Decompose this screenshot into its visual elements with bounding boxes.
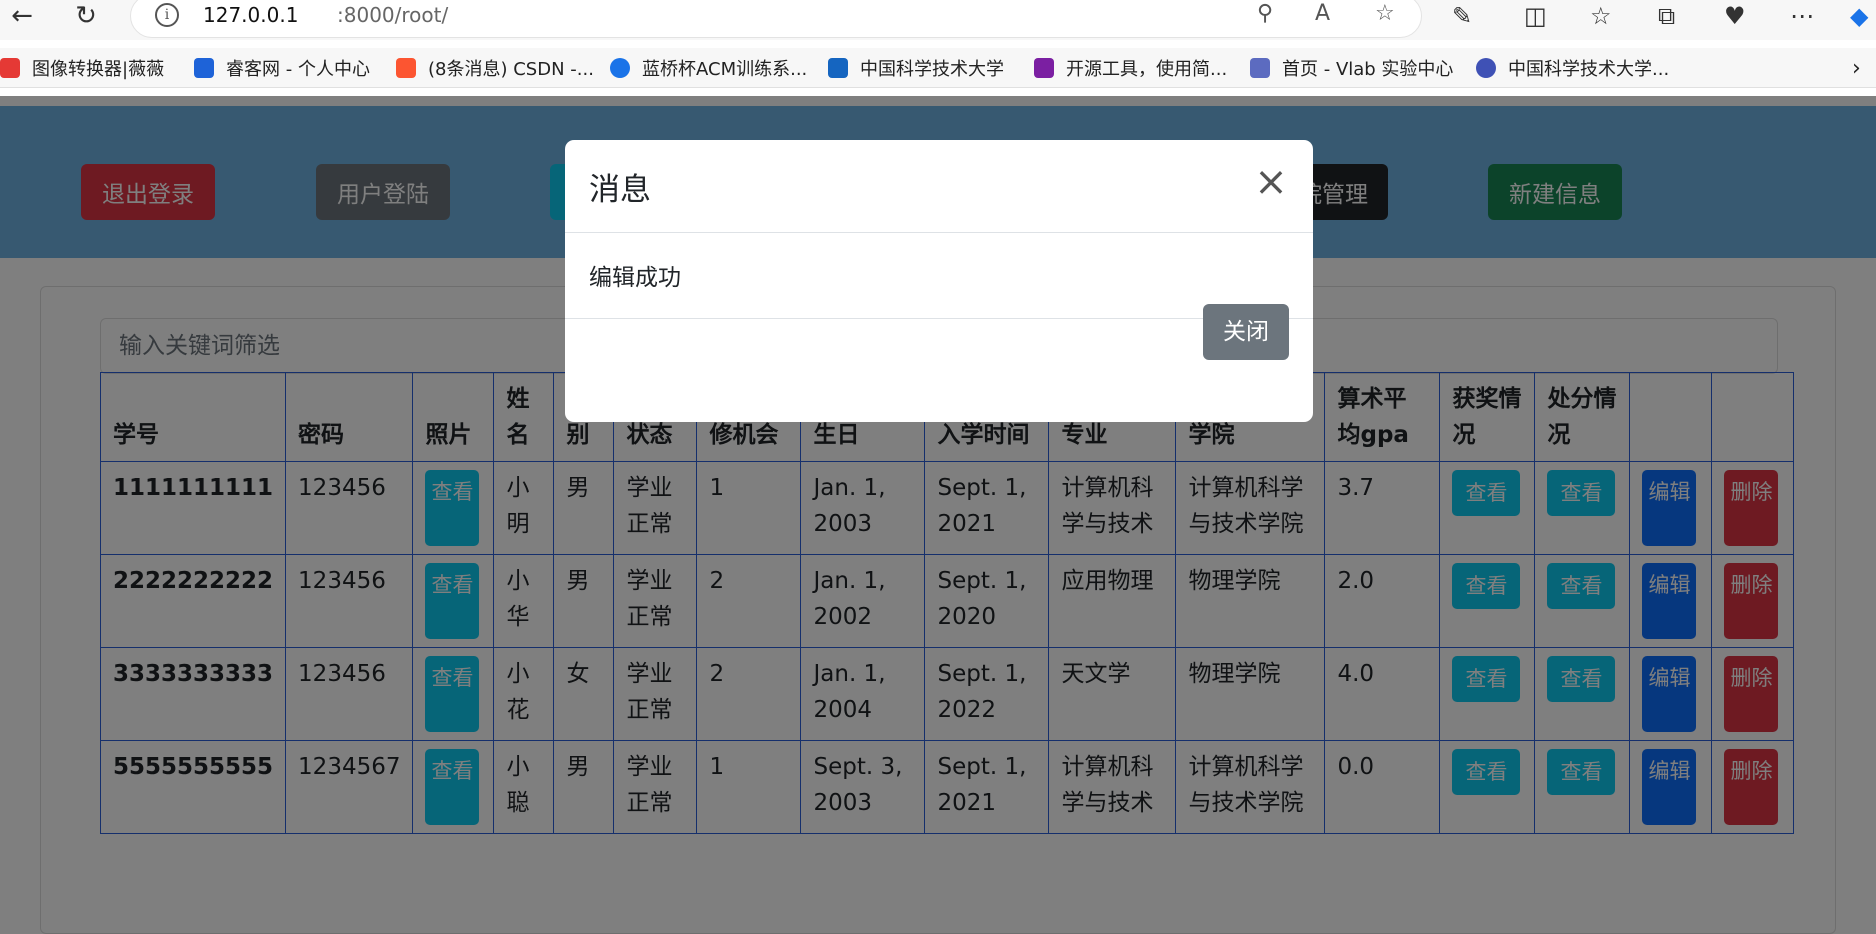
chevron-right-icon[interactable]: › — [1852, 54, 1861, 82]
modal-header: 消息 × — [565, 140, 1313, 233]
bookmark-item[interactable]: 蓝桥杯ACM训练系... — [610, 54, 807, 82]
modal-title: 消息 — [589, 172, 651, 208]
message-modal: 消息 × 编辑成功 关闭 — [565, 140, 1313, 422]
url-path: :8000/root/ — [337, 3, 449, 27]
read-aloud-icon[interactable]: A — [1315, 1, 1330, 26]
modal-message: 编辑成功 — [589, 265, 681, 291]
favorite-star-icon[interactable]: ☆ — [1375, 1, 1395, 26]
reload-icon[interactable]: ↻ — [68, 0, 104, 32]
back-icon[interactable]: ← — [4, 0, 40, 32]
split-screen-icon[interactable]: ◫ — [1524, 2, 1547, 30]
bookmark-item[interactable]: 中国科学技术大学 — [828, 54, 1004, 82]
bookmark-label: 中国科学技术大学 — [860, 59, 1004, 80]
bookmark-icon — [1034, 58, 1054, 78]
bookmark-item[interactable]: (8条消息) CSDN -... — [396, 54, 594, 82]
bookmark-item[interactable]: 睿客网 - 个人中心 — [194, 54, 370, 82]
bookmark-icon — [0, 58, 20, 78]
bookmark-item[interactable]: 首页 - Vlab 实验中心 — [1250, 54, 1453, 82]
bookmark-label: 中国科学技术大学... — [1508, 59, 1670, 80]
bookmark-label: 开源工具，使用简... — [1066, 59, 1228, 80]
bookmark-label: (8条消息) CSDN -... — [428, 59, 594, 80]
site-info-icon[interactable]: i — [155, 3, 179, 27]
bookmark-label: 蓝桥杯ACM训练系... — [642, 59, 808, 80]
bookmark-icon — [1250, 58, 1270, 78]
close-button[interactable]: 关闭 — [1203, 304, 1289, 360]
bookmark-label: 睿客网 - 个人中心 — [226, 59, 370, 80]
copilot-icon[interactable]: ◆ — [1850, 2, 1868, 30]
key-icon[interactable]: ⚲ — [1257, 1, 1273, 26]
extensions-icon[interactable]: ✎ — [1452, 2, 1472, 30]
browser-toolbar: ← ↻ i 127.0.0.1 :8000/root/ ⚲ A ☆ ✎ ◫ ☆ … — [0, 0, 1876, 40]
bookmark-icon — [396, 58, 416, 78]
bookmark-icon — [828, 58, 848, 78]
bookmark-icon — [194, 58, 214, 78]
bookmark-icon — [1476, 58, 1496, 78]
address-bar[interactable]: i 127.0.0.1 :8000/root/ ⚲ A ☆ — [130, 0, 1422, 38]
collections-icon[interactable]: ⧉ — [1658, 2, 1675, 30]
bookmark-label: 首页 - Vlab 实验中心 — [1282, 59, 1454, 80]
bookmark-item[interactable]: 中国科学技术大学... — [1476, 54, 1669, 82]
health-icon[interactable]: ♥ — [1724, 2, 1746, 30]
bookmark-item[interactable]: 开源工具，使用简... — [1034, 54, 1227, 82]
bookmark-label: 图像转换器|薇薇 — [32, 59, 165, 80]
bookmarks-bar: 图像转换器|薇薇 睿客网 - 个人中心 (8条消息) CSDN -... 蓝桥杯… — [0, 48, 1876, 88]
more-menu-icon[interactable]: ⋯ — [1790, 2, 1814, 30]
favorites-icon[interactable]: ☆ — [1590, 2, 1612, 30]
bookmark-item[interactable]: 图像转换器|薇薇 — [0, 54, 164, 82]
url-host: 127.0.0.1 — [203, 3, 299, 27]
modal-footer — [565, 318, 1313, 422]
bookmark-icon — [610, 58, 630, 78]
close-icon[interactable]: × — [1251, 162, 1291, 204]
